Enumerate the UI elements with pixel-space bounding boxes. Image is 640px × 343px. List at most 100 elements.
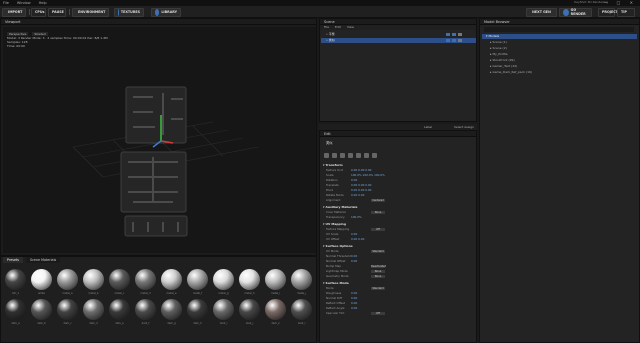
property-value[interactable]: 0.00 0.00 0.00	[351, 168, 371, 172]
next-gen-button[interactable]: NEXT GEN	[526, 7, 557, 17]
material-swatch[interactable]	[213, 299, 234, 320]
render-button[interactable]: GO RENDER	[559, 7, 592, 17]
scene-menu-edit[interactable]: Edit	[335, 25, 341, 30]
material-swatch[interactable]	[291, 269, 312, 290]
material-swatch[interactable]	[57, 269, 78, 290]
material-swatch[interactable]	[161, 299, 182, 320]
material-icon[interactable]	[348, 153, 353, 158]
tab-scene-materials[interactable]: Scene Materials	[26, 257, 61, 263]
property-label: Specular Tint	[326, 311, 345, 315]
material-swatch[interactable]	[135, 269, 156, 290]
menu-help[interactable]: Help	[39, 1, 47, 5]
property-value[interactable]: None	[371, 269, 385, 273]
menu-window[interactable]: Window	[17, 1, 31, 5]
browser-tree-item[interactable]: ▸ Scene (2)	[490, 46, 507, 51]
material-swatch[interactable]	[265, 269, 286, 290]
tip-button[interactable]: TIP	[617, 7, 635, 17]
material-swatch[interactable]	[161, 269, 182, 290]
property-label: Reflect Offset	[326, 301, 345, 305]
menu-file[interactable]: File	[3, 1, 9, 5]
browser-tree-item[interactable]: ▸ Game_Dark_Ref_pack (16)	[490, 70, 532, 75]
property-label: Normal Offset	[326, 259, 346, 263]
property-value[interactable]: 0.00	[351, 296, 357, 300]
material-swatch[interactable]	[239, 269, 260, 290]
property-value[interactable]: None	[371, 274, 385, 278]
settings-icon[interactable]	[372, 153, 377, 158]
material-swatch[interactable]	[31, 299, 52, 320]
property-value[interactable]: 0.00	[351, 291, 357, 295]
delete-icon[interactable]	[364, 153, 369, 158]
property-value[interactable]: Off	[371, 227, 385, 231]
pause-button[interactable]: PAUSE	[48, 7, 66, 17]
property-value[interactable]: Off	[371, 311, 385, 315]
material-swatch[interactable]	[239, 299, 260, 320]
material-swatch[interactable]	[135, 299, 156, 320]
scene-menu-view[interactable]: View	[347, 25, 354, 30]
material-swatch[interactable]	[265, 299, 286, 320]
scene-menu-file[interactable]: File	[324, 25, 329, 30]
library-button[interactable]: LIBRARY	[151, 7, 181, 17]
material-swatch[interactable]	[5, 269, 26, 290]
material-swatch-label: dark_c	[63, 322, 72, 325]
select-assign-toggle[interactable]: Select Assign	[454, 125, 474, 129]
scene-row[interactable]: • 平整	[321, 32, 476, 37]
render-canvas[interactable]: Perspective Shaded Model: 3 Render Mode: …	[3, 27, 316, 253]
render-toggle-icon[interactable]	[458, 39, 462, 42]
material-swatch[interactable]	[31, 269, 52, 290]
property-value[interactable]: 0.00 0.00	[351, 193, 364, 197]
property-value[interactable]: 0.00 0.00 0.00	[351, 183, 371, 187]
material-swatch[interactable]	[57, 299, 78, 320]
project-button[interactable]: PROJECT	[598, 7, 618, 17]
material-swatch[interactable]	[187, 269, 208, 290]
property-value[interactable]: 0.00	[351, 301, 357, 305]
property-value[interactable]: 0.00	[351, 254, 357, 258]
cpus-button[interactable]: CPUs	[31, 7, 46, 17]
browser-tree-item[interactable]: ▸ Gamer_Text (22)	[490, 64, 517, 69]
property-value[interactable]: 0.00	[351, 306, 357, 310]
material-swatch[interactable]	[83, 299, 104, 320]
import-button[interactable]: IMPORT	[2, 7, 26, 17]
browser-tree-item[interactable]: ▾ Models	[482, 34, 637, 39]
lock-icon[interactable]	[452, 33, 456, 36]
property-value[interactable]: Standard	[371, 249, 385, 253]
environment-button[interactable]: ENVIRONMENT	[72, 7, 109, 17]
move-icon[interactable]	[332, 153, 337, 158]
material-swatch[interactable]	[109, 299, 130, 320]
duplicate-icon[interactable]	[340, 153, 345, 158]
browser-tree-item[interactable]: ▸ My_Profile	[490, 52, 508, 57]
material-swatch[interactable]	[187, 299, 208, 320]
window-controls[interactable]: — □ ✕	[603, 0, 637, 5]
property-value[interactable]: None	[371, 210, 385, 214]
visibility-icon[interactable]	[446, 39, 450, 42]
textures-button[interactable]: TEXTURES	[114, 7, 144, 17]
property-value[interactable]: 0.00 0.00 0.00	[351, 188, 371, 192]
property-value[interactable]: 0.00	[351, 232, 357, 236]
lock-icon[interactable]	[452, 39, 456, 42]
material-swatch[interactable]	[83, 269, 104, 290]
browser-tree-item[interactable]: ▸ Storefront (99)	[490, 58, 515, 63]
tab-presets[interactable]: Presets	[3, 257, 23, 263]
property-value[interactable]: 100.0% 100.0% 100.0%	[351, 173, 385, 177]
property-value[interactable]: 100.0%	[351, 215, 362, 219]
toolbar-divider	[69, 9, 70, 15]
cloud-icon[interactable]	[356, 153, 361, 158]
label-toggle[interactable]: Label	[424, 125, 432, 129]
add-icon[interactable]	[324, 153, 329, 158]
material-swatch[interactable]	[291, 299, 312, 320]
property-value[interactable]: Standard	[371, 286, 385, 290]
render-toggle-icon[interactable]	[458, 33, 462, 36]
property-value[interactable]: Deactivated	[371, 264, 386, 268]
material-swatch[interactable]	[213, 269, 234, 290]
material-swatch[interactable]	[5, 299, 26, 320]
material-swatch[interactable]	[109, 269, 130, 290]
property-value[interactable]: 0.00 0.00	[351, 237, 364, 241]
property-label: UV Offset	[326, 237, 340, 241]
property-value[interactable]: Centered	[371, 198, 385, 202]
property-value[interactable]: 0.00	[351, 259, 357, 263]
material-swatch-label: dark_l	[297, 322, 306, 325]
browser-search-input[interactable]	[484, 27, 634, 32]
scene-row-selected[interactable]: • 类似	[321, 38, 476, 43]
property-value[interactable]: 0.00	[351, 178, 357, 182]
browser-tree-item[interactable]: ▸ Scene (1)	[490, 40, 507, 45]
visibility-icon[interactable]	[446, 33, 450, 36]
